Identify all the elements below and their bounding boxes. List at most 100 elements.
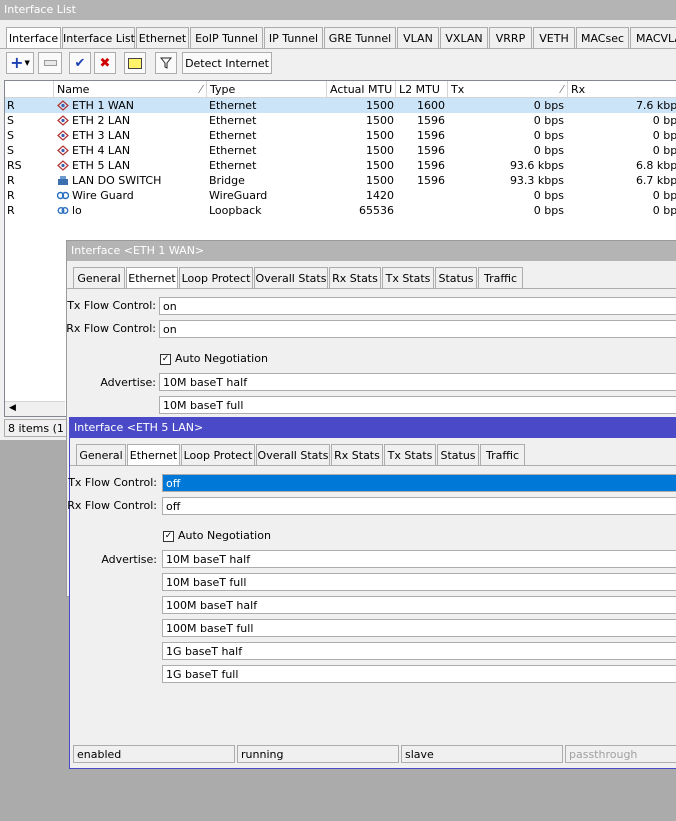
tab-ip-tunnel[interactable]: IP Tunnel xyxy=(264,27,323,49)
cell-name: Wire Guard xyxy=(72,189,134,202)
eth1-tab-rx-stats[interactable]: Rx Stats xyxy=(329,267,381,289)
eth5-advertise-10m-full[interactable]: 10M baseT full xyxy=(162,573,676,591)
cell-rx: 0 bps xyxy=(652,204,676,217)
eth5-rx-flow-field[interactable]: off xyxy=(162,497,676,515)
cell-flags: S xyxy=(7,129,14,142)
eth5-tab-tx-stats[interactable]: Tx Stats xyxy=(384,444,436,466)
filter-icon xyxy=(160,57,172,69)
eth5-autoneg-checkbox[interactable]: ✓ xyxy=(163,531,174,542)
enable-button[interactable]: ✔ xyxy=(69,52,91,74)
eth5-tab-traffic[interactable]: Traffic xyxy=(480,444,525,466)
column-header-actual-mtu[interactable]: Actual MTU xyxy=(327,81,396,98)
cell-tx: 0 bps xyxy=(533,144,564,157)
cell-l2mtu: 1596 xyxy=(417,144,445,157)
sort-icon: ⁄ xyxy=(200,83,202,96)
table-row[interactable]: Rlo Loopback 65536 0 bps 0 bps xyxy=(5,203,676,218)
column-header-type[interactable]: Type xyxy=(207,81,327,98)
eth5-tab-loop-protect[interactable]: Loop Protect xyxy=(181,444,255,466)
cell-rx: 0 bps xyxy=(652,189,676,202)
cell-type: Loopback xyxy=(209,204,262,217)
horizontal-scrollbar[interactable]: ◀ xyxy=(5,401,65,416)
cross-icon: ✖ xyxy=(99,55,111,71)
tab-vxlan[interactable]: VXLAN xyxy=(440,27,488,49)
column-header-name-label: Name xyxy=(57,83,90,96)
eth1-tx-flow-field[interactable]: on xyxy=(159,297,676,315)
eth1-tab-overall-stats[interactable]: Overall Stats xyxy=(254,267,328,289)
column-header-name[interactable]: Name ⁄ xyxy=(54,81,207,98)
cell-mtu: 1500 xyxy=(366,159,394,172)
tab-gre-tunnel[interactable]: GRE Tunnel xyxy=(324,27,396,49)
table-row[interactable]: S ETH 4 LAN Ethernet 1500 1596 0 bps 0 bps xyxy=(5,143,676,158)
tab-interface[interactable]: Interface xyxy=(6,27,61,49)
eth1-tab-loop-protect[interactable]: Loop Protect xyxy=(179,267,253,289)
eth5-tab-rx-stats[interactable]: Rx Stats xyxy=(331,444,383,466)
eth1-advertise-label: Advertise: xyxy=(100,376,156,389)
filter-button[interactable] xyxy=(155,52,177,74)
cell-rx: 6.8 kbps xyxy=(635,159,676,172)
tab-ethernet[interactable]: Ethernet xyxy=(136,27,189,49)
tab-eoip-tunnel[interactable]: EoIP Tunnel xyxy=(190,27,263,49)
eth5-tabs: General Ethernet Loop Protect Overall St… xyxy=(70,444,676,466)
status-bar: 8 items (1 se xyxy=(4,419,70,437)
table-row[interactable]: S ETH 3 LAN Ethernet 1500 1596 0 bps 0 bps xyxy=(5,128,676,143)
add-button[interactable]: + ▼ xyxy=(6,52,34,74)
eth5-advertise-1g-half[interactable]: 1G baseT half xyxy=(162,642,676,660)
eth1-tab-tx-stats[interactable]: Tx Stats xyxy=(382,267,434,289)
tab-vrrp[interactable]: VRRP xyxy=(489,27,532,49)
eth5-tab-status[interactable]: Status xyxy=(437,444,479,466)
eth5-advertise-100m-full[interactable]: 100M baseT full xyxy=(162,619,676,637)
resize-grip-icon: ⁄ xyxy=(561,83,563,96)
cell-rx: 6.7 kbps xyxy=(635,174,676,187)
table-row[interactable]: R LAN DO SWITCH Bridge 1500 1596 93.3 kbps 6.7… xyxy=(5,173,676,188)
eth1-tab-traffic[interactable]: Traffic xyxy=(478,267,523,289)
eth1-advertise-10m-full[interactable]: 10M baseT full xyxy=(159,396,676,414)
eth5-rx-flow-label: Rx Flow Control: xyxy=(67,499,157,512)
eth1-tab-general[interactable]: General xyxy=(73,267,125,289)
eth5-tx-flow-field[interactable]: off xyxy=(162,474,676,492)
column-header-rx[interactable]: Rx xyxy=(568,81,676,98)
cell-tx: 0 bps xyxy=(533,129,564,142)
tab-interface-list[interactable]: Interface List xyxy=(62,27,135,49)
eth1-tab-ethernet[interactable]: Ethernet xyxy=(126,267,178,289)
column-header-l2-mtu[interactable]: L2 MTU xyxy=(396,81,448,98)
eth5-tab-general[interactable]: General xyxy=(76,444,126,466)
cell-rx: 0 bps xyxy=(652,129,676,142)
table-row[interactable]: RS ETH 5 LAN Ethernet 1500 1596 93.6 kbps 6.8 … xyxy=(5,158,676,173)
eth5-tab-overall-stats[interactable]: Overall Stats xyxy=(256,444,330,466)
cell-name: ETH 5 LAN xyxy=(72,159,131,172)
remove-button[interactable] xyxy=(38,52,62,74)
tab-macsec[interactable]: MACsec xyxy=(576,27,629,49)
eth5-tab-ethernet[interactable]: Ethernet xyxy=(127,444,180,466)
cell-type: Ethernet xyxy=(209,129,257,142)
eth1-autoneg-label: Auto Negotiation xyxy=(175,352,268,365)
tab-veth[interactable]: VETH xyxy=(533,27,575,49)
cell-name: ETH 3 LAN xyxy=(72,129,131,142)
cell-l2mtu: 1596 xyxy=(417,159,445,172)
eth1-autoneg-checkbox[interactable]: ✓ xyxy=(160,354,171,365)
eth1-tab-status[interactable]: Status xyxy=(435,267,477,289)
eth5-advertise-label: Advertise: xyxy=(101,553,157,566)
cell-name: LAN DO SWITCH xyxy=(72,174,162,187)
tab-vlan[interactable]: VLAN xyxy=(397,27,439,49)
scroll-left-icon[interactable]: ◀ xyxy=(9,403,16,413)
table-row[interactable]: S ETH 2 LAN Ethernet 1500 1596 0 bps 0 bps xyxy=(5,113,676,128)
eth1-advertise-10m-half[interactable]: 10M baseT half xyxy=(159,373,676,391)
column-header-tx[interactable]: Tx ⁄ xyxy=(448,81,568,98)
eth1-rx-flow-field[interactable]: on xyxy=(159,320,676,338)
cell-l2mtu: 1596 xyxy=(417,174,445,187)
disable-button[interactable]: ✖ xyxy=(94,52,116,74)
detect-internet-button[interactable]: Detect Internet xyxy=(182,52,272,74)
cell-type: Bridge xyxy=(209,174,245,187)
eth5-advertise-1g-full[interactable]: 1G baseT full xyxy=(162,665,676,683)
table-row[interactable]: R ETH 1 WAN Ethernet 1500 1600 0 bps 7.6 kbps xyxy=(5,98,676,113)
table-row[interactable]: R Wire Guard WireGuard 1420 0 bps 0 bps xyxy=(5,188,676,203)
cell-tx: 0 bps xyxy=(533,114,564,127)
eth5-advertise-10m-half[interactable]: 10M baseT half xyxy=(162,550,676,568)
cell-mtu: 1500 xyxy=(366,174,394,187)
comment-button[interactable] xyxy=(124,52,146,74)
eth5-advertise-100m-half[interactable]: 100M baseT half xyxy=(162,596,676,614)
cell-name: ETH 1 WAN xyxy=(72,99,134,112)
eth5-tab-underline xyxy=(70,465,676,466)
tab-macvlan[interactable]: MACVLAN xyxy=(630,27,676,49)
column-header-flags[interactable] xyxy=(5,81,54,98)
